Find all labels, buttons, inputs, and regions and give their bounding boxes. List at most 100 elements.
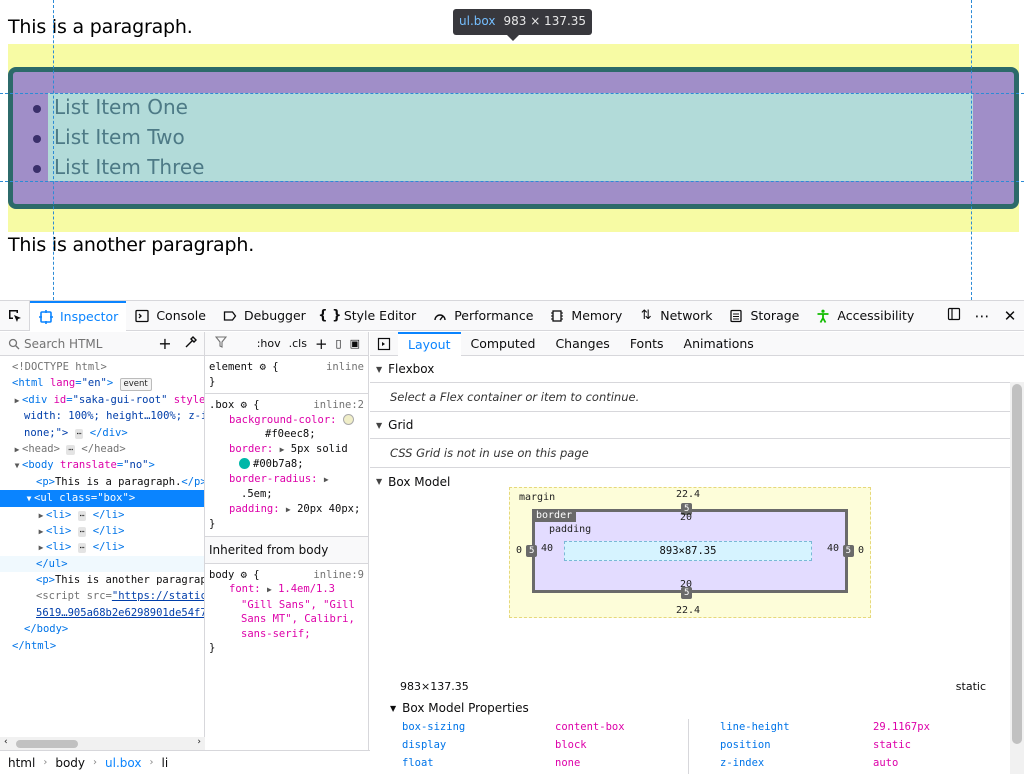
- breadcrumb-item-current[interactable]: ul.box: [105, 756, 141, 770]
- rule-element: element ⚙ { inline }: [205, 356, 368, 394]
- tooltip-class: .box: [469, 14, 496, 28]
- preview-paragraph-1: This is a paragraph.: [8, 16, 193, 38]
- tab-fonts[interactable]: Fonts: [620, 332, 674, 356]
- toggle-sidebar-icon[interactable]: ▣: [350, 337, 360, 350]
- scrollbar-thumb[interactable]: [16, 740, 78, 748]
- search-html-field[interactable]: Search HTML: [8, 337, 152, 351]
- tab-label: Style Editor: [343, 308, 417, 323]
- tab-inspector[interactable]: Inspector: [30, 300, 127, 331]
- rules-toolbar: :hov .cls + ▯ ▣: [205, 332, 368, 356]
- boxmodel-section-header[interactable]: ▼ Box Model: [370, 468, 1024, 495]
- close-icon[interactable]: ✕: [996, 307, 1024, 325]
- add-rule-icon[interactable]: +: [315, 335, 328, 353]
- prop-name[interactable]: padding:: [229, 503, 280, 515]
- tree-node-li[interactable]: ▶ <li> ⋯ </li>: [0, 507, 204, 523]
- rule-source[interactable]: inline:2: [313, 398, 364, 413]
- tree-node-ul-close[interactable]: </ul>: [0, 555, 204, 573]
- tab-accessibility[interactable]: Accessibility: [807, 301, 922, 331]
- page-preview: This is a paragraph. List Item One List …: [0, 0, 1024, 300]
- gear-icon[interactable]: ⚙: [241, 569, 247, 581]
- tab-changes[interactable]: Changes: [545, 332, 619, 356]
- layout-sidebar: Layout Computed Changes Fonts Animations…: [370, 331, 1024, 774]
- dock-icon[interactable]: [940, 307, 968, 325]
- tab-network[interactable]: ⇅ Network: [630, 301, 720, 331]
- add-node-button[interactable]: +: [152, 334, 178, 353]
- prop-name[interactable]: border-radius:: [229, 473, 318, 485]
- tab-animations[interactable]: Animations: [674, 332, 764, 356]
- more-options-icon[interactable]: ⋯: [968, 307, 996, 325]
- guide-line: [0, 93, 1024, 94]
- chevron-right-icon: ›: [43, 757, 48, 768]
- element-picker-icon: [8, 309, 21, 322]
- tree-node-ul-selected[interactable]: ▼ <ul class="box">: [0, 490, 204, 507]
- rule-source[interactable]: inline:9: [313, 568, 364, 583]
- debugger-icon: [222, 308, 238, 324]
- prop-value[interactable]: 20px 40px;: [297, 503, 360, 515]
- tab-label: Network: [660, 308, 713, 323]
- memory-icon: [549, 308, 565, 324]
- tree-node-body[interactable]: ▼ <body translate="no">: [0, 457, 204, 473]
- tree-node-doctype[interactable]: <!DOCTYPE html>: [0, 359, 204, 375]
- search-input[interactable]: Search HTML: [24, 337, 102, 351]
- prop-name[interactable]: font:: [229, 583, 261, 595]
- eyedropper-icon[interactable]: [178, 334, 204, 353]
- tab-layout[interactable]: Layout: [398, 331, 461, 356]
- prop-value[interactable]: #00b7a8;: [253, 458, 304, 470]
- prop-value[interactable]: .5em;: [241, 488, 273, 500]
- color-swatch[interactable]: [342, 413, 354, 425]
- network-icon: ⇅: [640, 308, 652, 323]
- prop-value[interactable]: 5px solid: [291, 443, 348, 455]
- scrollbar-thumb[interactable]: [1012, 384, 1022, 744]
- gear-icon[interactable]: ⚙: [260, 361, 266, 373]
- tree-node-head[interactable]: ▶ <head> ⋯ </head>: [0, 441, 204, 457]
- tab-label: Inspector: [60, 309, 119, 324]
- event-badge[interactable]: event: [119, 378, 152, 392]
- tree-node-li[interactable]: ▶ <li> ⋯ </li>: [0, 523, 204, 539]
- tree-node-script[interactable]: <script src="https://static: [0, 588, 204, 604]
- rule-source[interactable]: inline: [326, 360, 364, 375]
- toggle-pane-icon[interactable]: [370, 337, 398, 351]
- prop-name[interactable]: border:: [229, 443, 273, 455]
- tab-computed[interactable]: Computed: [461, 332, 546, 356]
- tree-node-li[interactable]: ▶ <li> ⋯ </li>: [0, 539, 204, 555]
- breadcrumb-item[interactable]: body: [55, 756, 85, 770]
- storage-icon: [728, 308, 744, 324]
- flexbox-section-header[interactable]: ▼ Flexbox: [370, 356, 1024, 383]
- preview-paragraph-2: This is another paragraph.: [8, 234, 255, 256]
- prop-value[interactable]: 1.4em/1.3: [278, 583, 335, 595]
- layout-scrollbar[interactable]: [1010, 382, 1024, 774]
- tree-node-p2[interactable]: <p>This is another paragraph: [0, 572, 204, 588]
- guide-line: [53, 0, 54, 300]
- hov-toggle[interactable]: :hov: [257, 337, 281, 350]
- tab-console[interactable]: Console: [126, 301, 214, 331]
- prop-value: Sans MT", Calibri,: [241, 613, 355, 625]
- tooltip-tag: ul: [459, 14, 470, 28]
- color-swatch[interactable]: [239, 458, 250, 469]
- scroll-right-icon[interactable]: ›: [197, 737, 201, 747]
- prop-name[interactable]: background-color:: [229, 414, 336, 426]
- tree-node-div-cont: width: 100%; height…100%; z-i: [24, 410, 204, 423]
- markup-scrollbar[interactable]: ‹ ›: [0, 737, 205, 751]
- tree-node-div[interactable]: ▶ <div id="saka-gui-root" style: [0, 392, 204, 408]
- tab-storage[interactable]: Storage: [720, 301, 807, 331]
- tab-performance[interactable]: Performance: [424, 301, 541, 331]
- tab-debugger[interactable]: Debugger: [214, 301, 314, 331]
- scroll-left-icon[interactable]: ‹: [4, 737, 8, 747]
- tree-node-html[interactable]: <html lang="en"> event: [0, 375, 204, 392]
- performance-icon: [432, 308, 448, 324]
- tree-node-body-close[interactable]: </body>: [0, 621, 204, 637]
- tree-node-p[interactable]: <p>This is a paragraph.</p>: [0, 474, 204, 490]
- tree-node-html-close[interactable]: </html>: [0, 638, 204, 654]
- print-simulation-icon[interactable]: ▯: [336, 337, 342, 350]
- preview-list-item: List Item Two: [54, 125, 185, 149]
- breadcrumb-item[interactable]: html: [8, 756, 35, 770]
- filter-icon[interactable]: [214, 336, 228, 351]
- cls-toggle[interactable]: .cls: [289, 337, 307, 350]
- tab-memory[interactable]: Memory: [541, 301, 630, 331]
- prop-value[interactable]: #f0eec8;: [265, 428, 316, 440]
- breadcrumb-item[interactable]: li: [161, 756, 168, 770]
- gear-icon[interactable]: ⚙: [241, 399, 247, 411]
- element-picker-button[interactable]: [0, 300, 30, 331]
- grid-section-header[interactable]: ▼ Grid: [370, 412, 1024, 439]
- tab-style-editor[interactable]: { } Style Editor: [314, 301, 424, 331]
